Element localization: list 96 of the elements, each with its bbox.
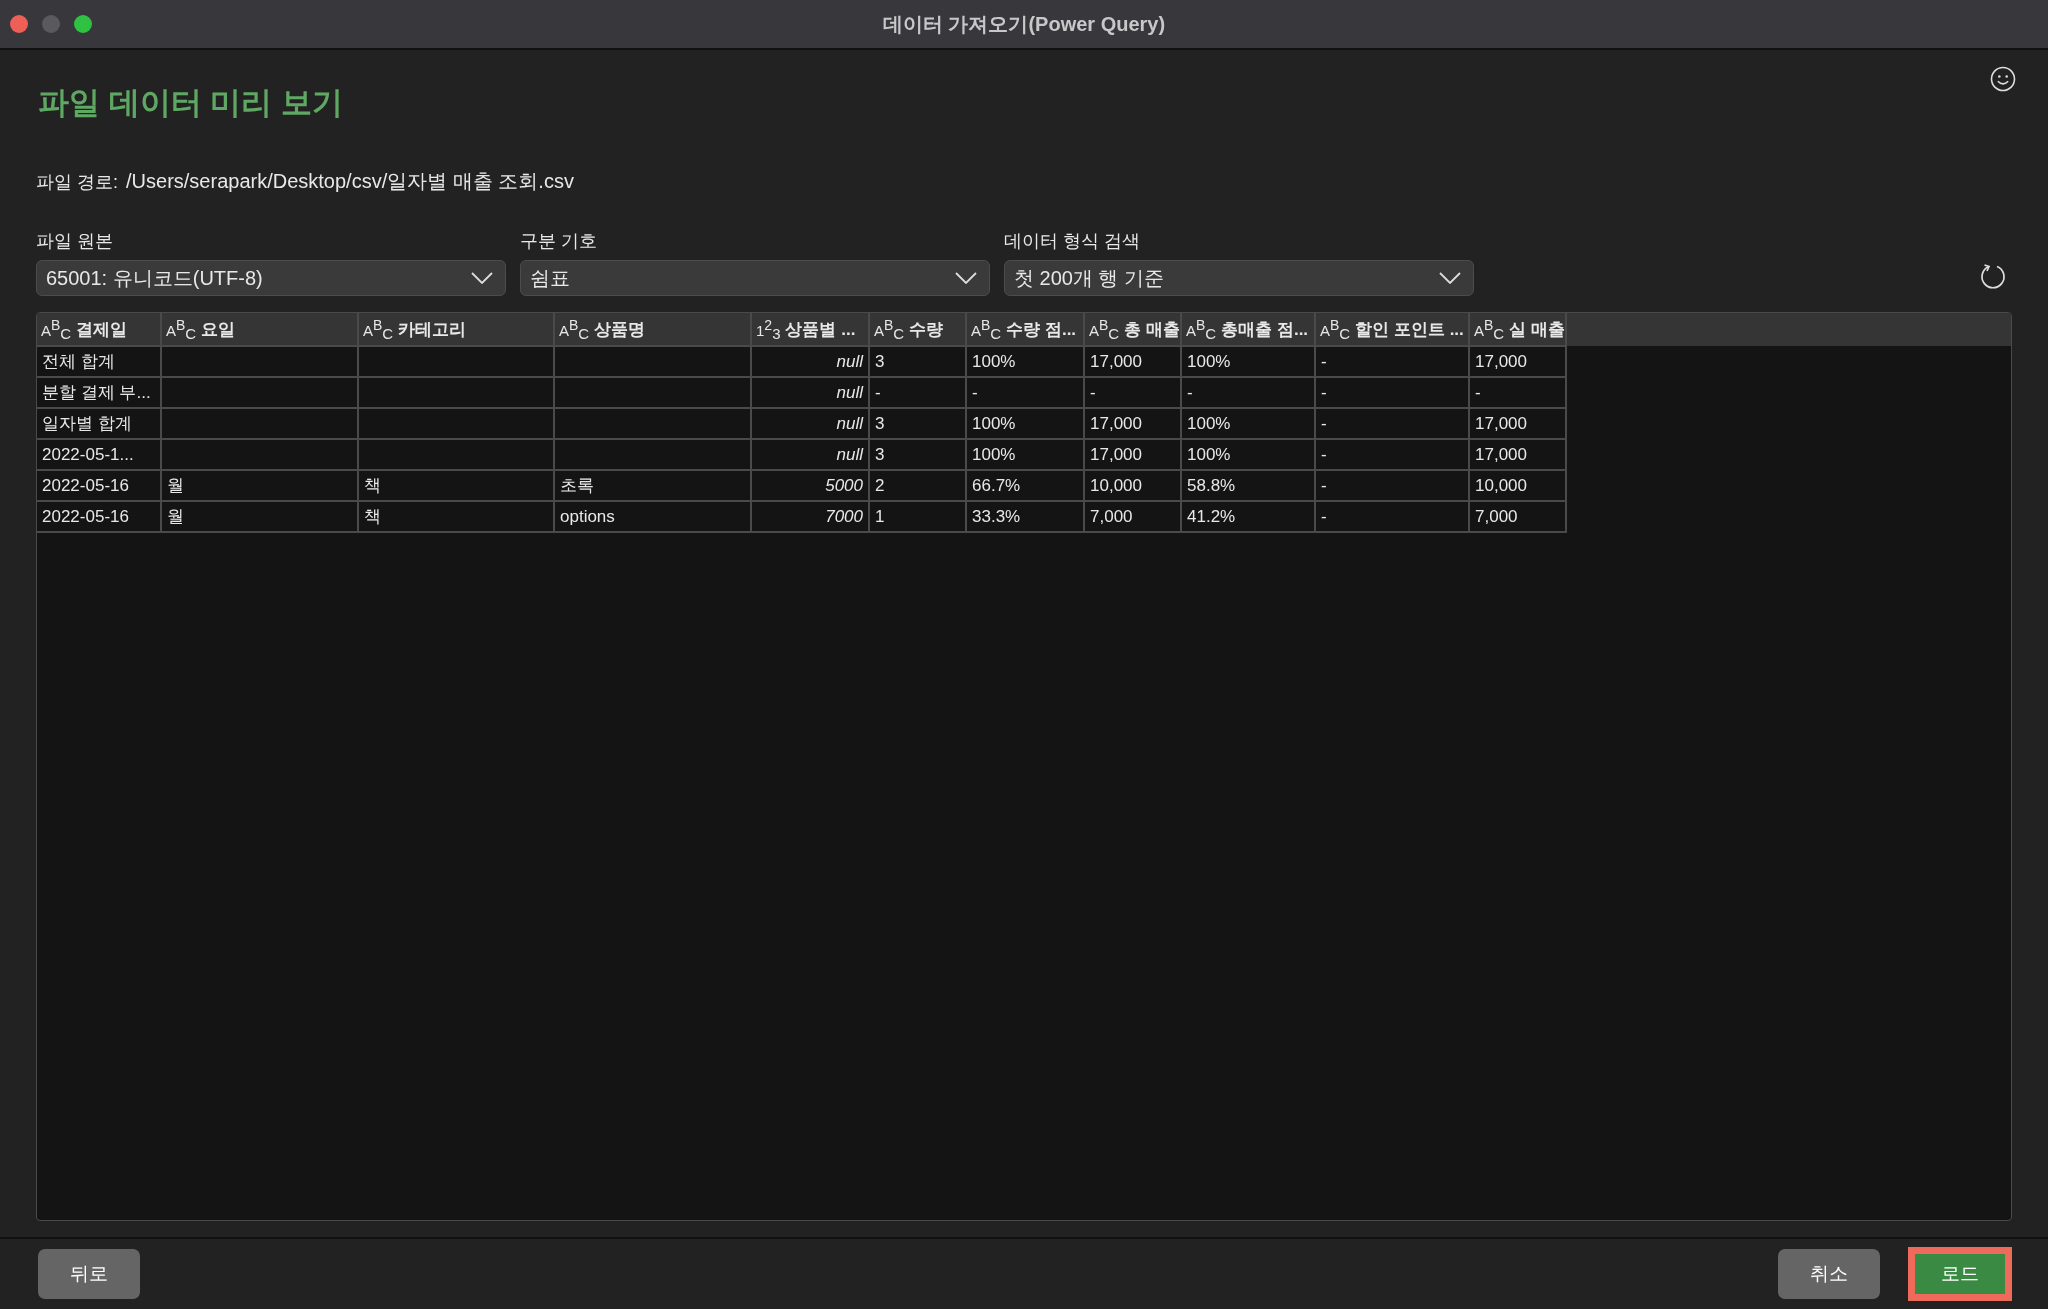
table-cell: 7,000 — [1475, 506, 1518, 526]
dropdown-label: 구분 기호 — [520, 230, 598, 253]
table-cell: 100% — [1187, 351, 1231, 371]
data-type-label: ABC — [363, 317, 394, 341]
table-cell: 10,000 — [1475, 475, 1527, 495]
table-cell: 2022-05-16 — [42, 506, 129, 526]
table-cell: 33.3% — [972, 506, 1021, 526]
table-cell: null — [836, 382, 863, 402]
column-name: 결제일 — [76, 318, 128, 341]
file-path: /Users/serapark/Desktop/csv/일자별 매출 조회.csv — [126, 169, 574, 194]
table-cell: 분할 결제 부... — [42, 383, 151, 402]
table-cell: options — [560, 506, 615, 526]
dropdown-label: 파일 원본 — [36, 230, 114, 253]
table-cell: 책 — [364, 476, 381, 495]
chevron-down-icon — [955, 272, 977, 284]
close-button[interactable] — [10, 15, 28, 33]
table-cell: - — [1321, 506, 1327, 526]
column-name: 카테고리 — [398, 318, 467, 341]
table-cell: 100% — [1187, 444, 1231, 464]
column-name: 요일 — [201, 318, 236, 341]
table-cell: 3 — [875, 444, 885, 464]
table-cell: 책 — [364, 507, 381, 526]
column-name: 수량 점... — [1006, 318, 1077, 341]
table-cell: 100% — [972, 351, 1016, 371]
dropdown-label: 데이터 형식 검색 — [1004, 230, 1141, 253]
table-cell: 7000 — [825, 506, 863, 526]
table-cell: 2022-05-1... — [42, 444, 134, 464]
column-name: 상품별 ... — [785, 318, 856, 341]
table-cell: - — [972, 382, 978, 402]
table-cell: 17,000 — [1475, 413, 1527, 433]
table-cell: 100% — [972, 413, 1016, 433]
table-cell: 66.7% — [972, 475, 1021, 495]
smiley-icon[interactable] — [1990, 66, 2016, 92]
table-cell: 월 — [167, 476, 184, 495]
table-cell: 58.8% — [1187, 475, 1236, 495]
chevron-down-icon — [471, 272, 493, 284]
table-cell: - — [875, 382, 881, 402]
table-cell: - — [1187, 382, 1193, 402]
table-cell: 17,000 — [1090, 351, 1142, 371]
table-cell: - — [1321, 382, 1327, 402]
data-type-label: ABC — [874, 317, 905, 341]
dialog-button[interactable]: 취소 — [1778, 1249, 1880, 1299]
data-type-label: ABC — [166, 317, 197, 341]
column-name: 총 매출 — [1124, 318, 1179, 341]
data-type-label: ABC — [559, 317, 590, 341]
dropdown[interactable]: 첫 200개 행 기준 — [1004, 260, 1474, 296]
table-cell: - — [1321, 475, 1327, 495]
column-name: 상품명 — [594, 318, 646, 341]
table-cell: 5000 — [825, 475, 863, 495]
table-cell: 100% — [972, 444, 1016, 464]
table-cell: - — [1321, 351, 1327, 371]
table-cell: null — [836, 444, 863, 464]
table-cell: null — [836, 351, 863, 371]
table-cell: 월 — [167, 507, 184, 526]
file-path-label: 파일 경로: — [36, 170, 118, 194]
chevron-down-icon — [1439, 272, 1461, 284]
page-heading: 파일 데이터 미리 보기 — [38, 84, 343, 122]
table-cell: - — [1475, 382, 1481, 402]
column-name: 수량 — [909, 318, 944, 341]
table-cell: 17,000 — [1090, 413, 1142, 433]
table-cell: 17,000 — [1475, 351, 1527, 371]
table-cell: 17,000 — [1090, 444, 1142, 464]
table-cell: null — [836, 413, 863, 433]
data-type-label: ABC — [1089, 317, 1120, 341]
table-cell: 3 — [875, 413, 885, 433]
table-cell: 일자별 합계 — [42, 414, 132, 433]
dialog-button[interactable]: 로드 — [1910, 1249, 2010, 1299]
table-cell: - — [1321, 413, 1327, 433]
table-cell: - — [1321, 444, 1327, 464]
zoom-button[interactable] — [74, 15, 92, 33]
table-cell: 7,000 — [1090, 506, 1133, 526]
table-cell: 2022-05-16 — [42, 475, 129, 495]
data-type-label: 123 — [756, 317, 781, 341]
table-cell: 41.2% — [1187, 506, 1236, 526]
data-type-label: ABC — [1320, 317, 1351, 341]
dialog-button[interactable]: 뒤로 — [38, 1249, 140, 1299]
table-cell: 10,000 — [1090, 475, 1142, 495]
table-cell: 초록 — [560, 476, 594, 495]
table-cell: 17,000 — [1475, 444, 1527, 464]
data-type-label: ABC — [41, 317, 72, 341]
dropdown[interactable]: 쉼표 — [520, 260, 990, 296]
table-cell: 100% — [1187, 413, 1231, 433]
column-name: 총매출 점... — [1221, 318, 1309, 341]
data-type-label: ABC — [971, 317, 1002, 341]
dropdown[interactable]: 65001: 유니코드(UTF-8) — [36, 260, 506, 296]
table-cell: 2 — [875, 475, 885, 495]
refresh-icon[interactable] — [1978, 262, 2008, 292]
column-name: 할인 포인트 ... — [1355, 318, 1464, 341]
window-title: 데이터 가져오기(Power Query) — [882, 11, 1166, 37]
table-cell: 전체 합계 — [42, 352, 115, 371]
data-type-label: ABC — [1186, 317, 1217, 341]
data-type-label: ABC — [1474, 317, 1505, 341]
column-name: 실 매출 — [1509, 318, 1564, 341]
table-cell: - — [1090, 382, 1096, 402]
table-cell: 3 — [875, 351, 885, 371]
table-cell: 1 — [875, 506, 885, 526]
